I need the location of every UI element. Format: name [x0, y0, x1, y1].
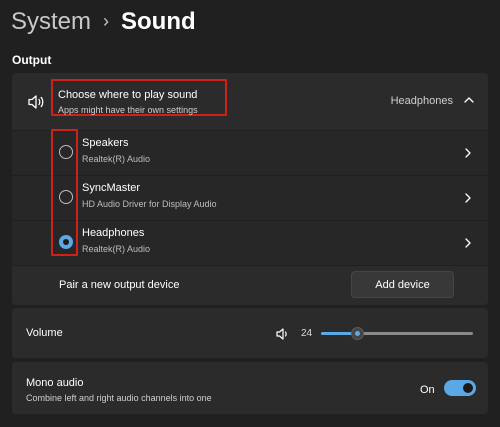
device-row-headphones[interactable]: Headphones Realtek(R) Audio: [12, 220, 488, 266]
volume-slider[interactable]: [321, 327, 473, 340]
device-row-syncmaster[interactable]: SyncMaster HD Audio Driver for Display A…: [12, 175, 488, 221]
device-name: Speakers: [82, 137, 129, 149]
device-description: Realtek(R) Audio: [82, 244, 151, 254]
speaker-icon: [26, 92, 46, 112]
device-description: Realtek(R) Audio: [82, 154, 151, 164]
chevron-right-icon[interactable]: [462, 236, 474, 250]
volume-slider-thumb[interactable]: [351, 327, 365, 340]
breadcrumb: System › Sound: [11, 8, 196, 36]
chevron-up-icon[interactable]: [462, 93, 476, 107]
chevron-right-icon[interactable]: [462, 146, 474, 160]
chevron-right-icon[interactable]: [462, 191, 474, 205]
mono-audio-toggle[interactable]: [444, 380, 476, 396]
volume-value: 24: [301, 328, 313, 339]
volume-icon[interactable]: [275, 326, 291, 342]
mono-audio-label: Mono audio: [26, 377, 84, 389]
highlight-box-radios: [51, 129, 78, 256]
device-row-speakers[interactable]: Speakers Realtek(R) Audio: [12, 130, 488, 176]
pair-device-label: Pair a new output device: [59, 279, 180, 291]
output-device-selector[interactable]: Choose where to play sound Apps might ha…: [12, 73, 488, 130]
mono-toggle-state: On: [420, 384, 435, 396]
output-section-title: Output: [12, 53, 52, 67]
pair-device-row: Pair a new output device Add device: [12, 265, 488, 306]
device-name: Headphones: [82, 227, 145, 239]
volume-card: Volume 24: [12, 308, 488, 358]
toggle-knob: [463, 383, 473, 393]
choose-output-subtitle: Apps might have their own settings: [58, 105, 198, 115]
current-output-device: Headphones: [390, 95, 453, 107]
page-title: Sound: [121, 8, 196, 35]
output-card: Choose where to play sound Apps might ha…: [12, 73, 488, 305]
mono-audio-description: Combine left and right audio channels in…: [26, 393, 212, 403]
choose-output-title: Choose where to play sound: [58, 89, 198, 101]
volume-label: Volume: [26, 327, 63, 339]
device-description: HD Audio Driver for Display Audio: [82, 199, 217, 209]
device-name: SyncMaster: [82, 182, 141, 194]
add-device-button[interactable]: Add device: [351, 271, 454, 298]
breadcrumb-separator: ›: [103, 10, 110, 31]
breadcrumb-system[interactable]: System: [11, 8, 91, 36]
mono-audio-card: Mono audio Combine left and right audio …: [12, 362, 488, 414]
